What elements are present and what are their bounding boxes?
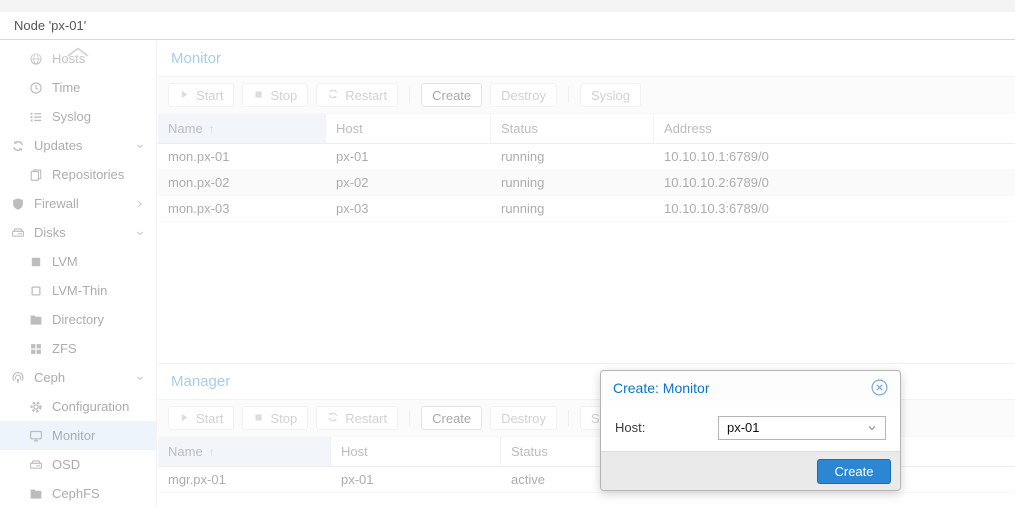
dialog-body: Host: px-01 [601,404,900,451]
dialog-create-button[interactable]: Create [817,458,891,484]
top-strip [0,0,1015,12]
proxmox-node-screen: Node 'px-01' Hosts Time Syslog [0,0,1015,506]
close-icon[interactable] [871,379,888,396]
host-combobox-value: px-01 [727,420,760,435]
host-label: Host: [615,420,646,435]
node-title: Node 'px-01' [14,18,87,33]
dialog-title: Create: Monitor [613,379,710,396]
host-combobox[interactable]: px-01 [718,415,886,440]
dialog-header: Create: Monitor [601,371,900,404]
dialog-footer: Create [601,451,900,490]
create-monitor-dialog: Create: Monitor Host: px-01 Create [600,370,901,491]
chevron-down-icon[interactable] [866,422,878,434]
node-header-bar: Node 'px-01' [0,12,1015,40]
